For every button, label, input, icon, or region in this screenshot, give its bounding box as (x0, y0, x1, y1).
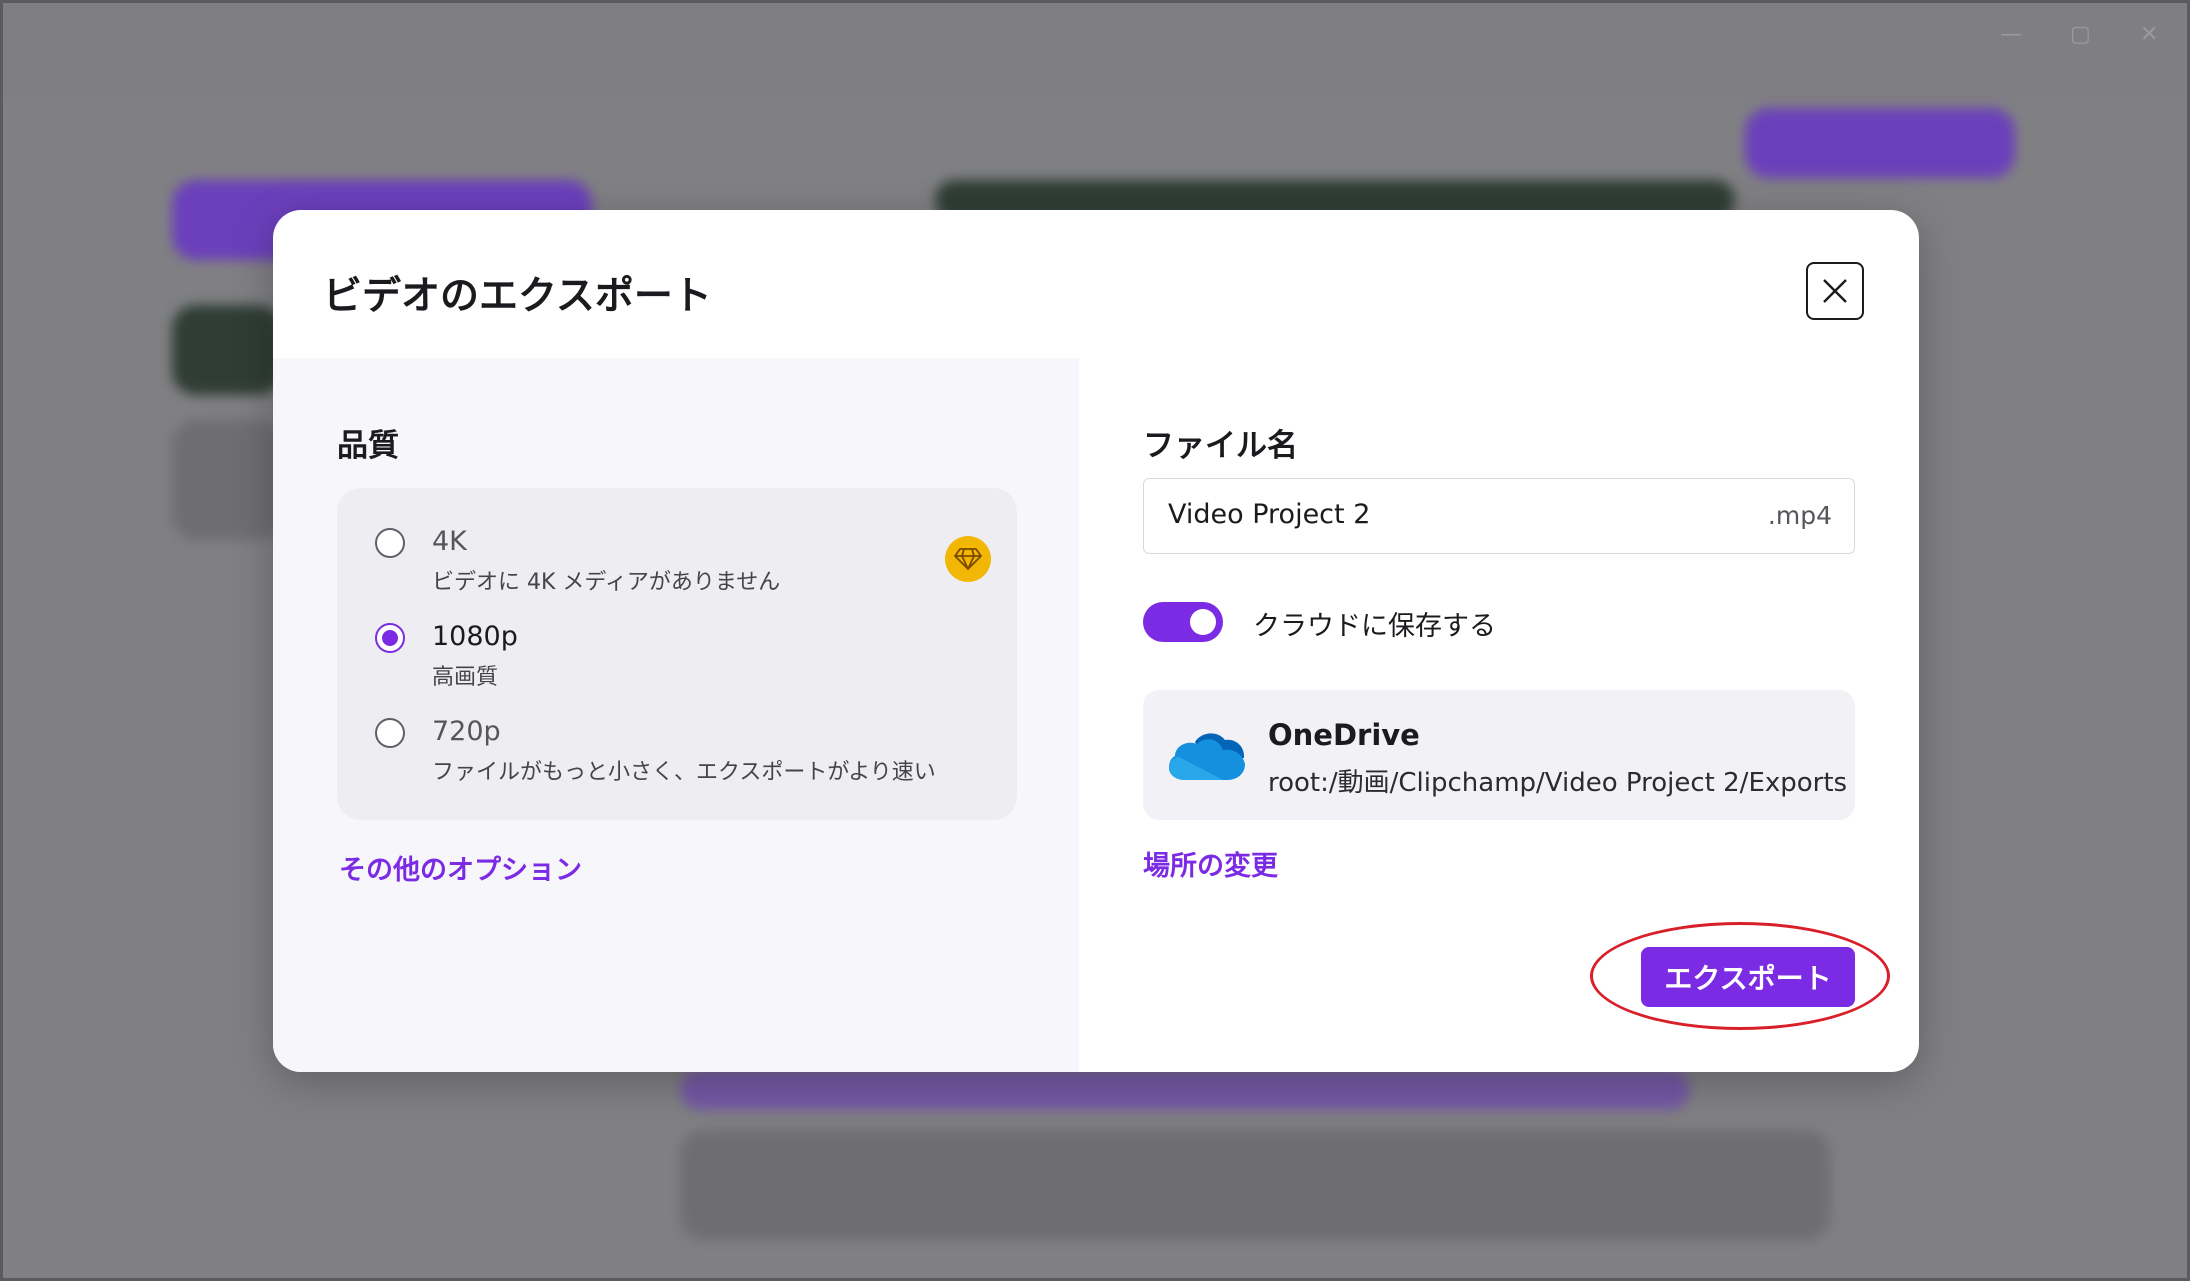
window-close-icon[interactable]: ✕ (2140, 22, 2158, 47)
quality-option-720p[interactable]: 720p ファイルがもっと小さく、エクスポートがより速い (375, 716, 995, 786)
storage-provider: OneDrive (1268, 718, 1420, 752)
storage-path: root:/動画/Clipchamp/Video Project 2/Expor… (1268, 768, 1848, 798)
diamond-icon (954, 548, 982, 570)
quality-option-4k[interactable]: 4K ビデオに 4K メディアがありません (375, 526, 995, 596)
onedrive-icon (1169, 733, 1245, 780)
bg-thumbnail-2 (172, 420, 282, 540)
maximize-icon[interactable]: ▢ (2070, 22, 2091, 47)
cloud-save-toggle[interactable] (1143, 602, 1223, 642)
quality-label: 品質 (337, 428, 399, 464)
app-titlebar (0, 0, 2190, 100)
radio-720p[interactable] (375, 718, 405, 748)
bg-thumbnail (172, 305, 282, 395)
minimize-icon[interactable]: — (2000, 22, 2022, 47)
option-description: 高画質 (432, 665, 499, 690)
quality-options: 4K ビデオに 4K メディアがありません 1080p 高画質 720p ファイ… (337, 488, 1017, 820)
radio-4k[interactable] (375, 528, 405, 558)
quality-pane: 品質 4K ビデオに 4K メディアがありません 1080p 高画質 720p (273, 358, 1079, 1072)
bg-purple-button (1745, 108, 2015, 178)
toggle-knob (1190, 609, 1216, 635)
storage-location-card: OneDrive root:/動画/Clipchamp/Video Projec… (1143, 690, 1855, 820)
filename-label: ファイル名 (1143, 428, 1298, 464)
filename-input[interactable]: Video Project 2 .mp4 (1143, 478, 1855, 554)
close-icon (1823, 279, 1847, 303)
filename-value[interactable]: Video Project 2 (1168, 499, 1370, 530)
quality-option-1080p[interactable]: 1080p 高画質 (375, 621, 995, 691)
bg-timeline (680, 1130, 1830, 1240)
radio-1080p[interactable] (375, 623, 405, 653)
option-description: ファイルがもっと小さく、エクスポートがより速い (432, 760, 936, 785)
bg-timeline-clip (680, 1070, 1690, 1110)
dialog-title: ビデオのエクスポート (323, 274, 712, 319)
close-button[interactable] (1806, 262, 1864, 320)
export-dialog: ビデオのエクスポート 品質 4K ビデオに 4K メディアがありません 1080… (273, 210, 1919, 1072)
option-title: 720p (432, 716, 501, 747)
option-title: 1080p (432, 621, 518, 652)
more-options-link[interactable]: その他のオプション (339, 848, 582, 887)
cloud-save-label: クラウドに保存する (1253, 611, 1496, 642)
option-description: ビデオに 4K メディアがありません (432, 570, 781, 595)
filename-extension: .mp4 (1767, 501, 1832, 530)
premium-diamond-icon (945, 536, 991, 582)
option-title: 4K (432, 526, 467, 557)
change-location-link[interactable]: 場所の変更 (1143, 844, 1278, 883)
export-button[interactable]: エクスポート (1641, 947, 1855, 1007)
